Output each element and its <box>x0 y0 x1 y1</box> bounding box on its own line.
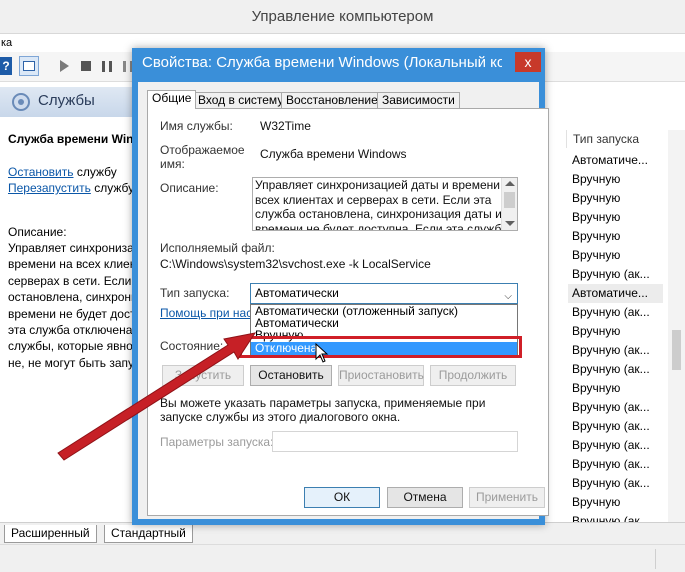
stop-service-action: Остановить службу <box>8 165 117 179</box>
status-bar <box>0 544 685 572</box>
cancel-button[interactable]: Отмена <box>387 487 463 508</box>
dialog-title: Свойства: Служба времени Windows (Локаль… <box>142 54 502 71</box>
startup-type-cell[interactable]: Вручную (ак... <box>568 474 663 493</box>
startup-type-value: Автоматически <box>255 286 339 300</box>
description-label: Описание: <box>160 181 219 195</box>
left-description-label: Описание: <box>8 225 67 239</box>
resume-button[interactable]: Продолжить <box>430 365 516 386</box>
service-name-value: W32Time <box>260 119 311 133</box>
red-highlight-box <box>239 336 522 358</box>
desc-line: службы, которые явно <box>8 339 133 354</box>
services-list-scrollbar[interactable] <box>668 130 685 522</box>
tab-general[interactable]: Общие <box>147 90 197 109</box>
left-description-text: Управляет синхронизаци времени на всех к… <box>8 240 136 371</box>
mouse-cursor-icon <box>315 343 329 363</box>
startup-type-cell[interactable]: Вручную <box>568 246 663 265</box>
executable-path: C:\Windows\system32\svchost.exe -k Local… <box>160 257 431 271</box>
startup-type-cell[interactable]: Вручную <box>568 379 663 398</box>
desc-line: времени на всех клиент <box>8 257 136 272</box>
general-tab-panel: Имя службы: W32Time Отображаемое имя: Сл… <box>147 108 549 516</box>
desc-line: Управляет синхронизаци <box>8 241 136 255</box>
scroll-up-icon[interactable] <box>505 181 515 186</box>
description-scrollbar[interactable] <box>501 178 517 230</box>
description-text: Управляет синхронизацией даты и времени … <box>255 178 501 231</box>
startup-type-cell[interactable]: Автоматиче... <box>568 151 663 170</box>
stop-service-icon[interactable] <box>77 57 95 75</box>
service-name-label: Имя службы: <box>160 119 233 133</box>
menu-item-fragment[interactable]: ка <box>1 37 12 49</box>
startup-type-cell[interactable]: Вручную (ак... <box>568 265 663 284</box>
stop-service-suffix: службу <box>73 165 117 179</box>
startup-type-cell[interactable]: Вручную <box>568 322 663 341</box>
description-line: служба остановлена, синхронизация даты и <box>255 207 501 221</box>
startup-type-select[interactable]: Автоматически ⌵ <box>250 283 518 304</box>
scrollbar-thumb[interactable] <box>672 330 681 370</box>
view-tabs: Расширенный Стандартный <box>0 522 685 544</box>
startup-type-cell[interactable]: Вручную <box>568 170 663 189</box>
services-gear-icon <box>12 93 30 111</box>
startup-type-cell[interactable]: Вручную <box>568 208 663 227</box>
tab-recovery[interactable]: Восстановление <box>281 92 383 109</box>
apply-button[interactable]: Применить <box>469 487 545 508</box>
startup-params-info: Вы можете указать параметры запуска, при… <box>160 396 486 424</box>
desc-line: не, не могут быть запус <box>8 355 136 370</box>
display-name-label-1: Отображаемое <box>160 143 245 157</box>
service-properties-dialog: Свойства: Служба времени Windows (Локаль… <box>132 48 549 525</box>
executable-label: Исполняемый файл: <box>160 241 275 255</box>
restart-service-link[interactable]: Перезапустить <box>8 181 91 195</box>
selected-service-name: Служба времени Win <box>8 132 134 146</box>
description-line: Управляет синхронизацией даты и времени … <box>255 178 501 192</box>
display-name-value: Служба времени Windows <box>260 147 407 161</box>
desc-line: серверах в сети. Если э <box>8 273 136 288</box>
restart-service-action: Перезапустить службу <box>8 181 134 195</box>
start-button[interactable]: Запустить <box>162 365 244 386</box>
startup-params-input[interactable] <box>272 431 518 452</box>
mmc-titlebar: Управление компьютером <box>0 0 685 34</box>
desc-line: эта служба отключена, <box>8 323 136 338</box>
start-service-icon[interactable] <box>55 57 73 75</box>
services-header: Службы <box>0 87 134 117</box>
scroll-thumb[interactable] <box>504 192 515 208</box>
scroll-down-icon[interactable] <box>505 221 515 226</box>
stop-service-link[interactable]: Остановить <box>8 165 74 179</box>
description-line: всех клиентах и серверах в сети. Если эт… <box>255 192 492 207</box>
tab-extended[interactable]: Расширенный <box>4 525 97 543</box>
help-icon[interactable]: ? <box>0 57 12 75</box>
startup-type-cell[interactable]: Вручную <box>568 493 663 512</box>
close-icon[interactable]: x <box>515 52 541 72</box>
startup-type-cell[interactable]: Вручную (ак... <box>568 417 663 436</box>
startup-params-label: Параметры запуска: <box>160 435 274 449</box>
dialog-body: Общие Вход в систему Восстановление Зави… <box>138 82 549 519</box>
services-title: Службы <box>38 92 95 109</box>
pause-button[interactable]: Приостановить <box>338 365 424 386</box>
desc-line: времени не будет досту <box>8 306 136 321</box>
startup-type-cell[interactable]: Автоматиче... <box>568 284 663 303</box>
display-name-label-2: имя: <box>160 157 185 171</box>
help-configure-link[interactable]: Помощь при настройке <box>160 306 250 320</box>
startup-type-cell[interactable]: Вручную <box>568 227 663 246</box>
description-box[interactable]: Управляет синхронизацией даты и времени … <box>252 177 518 231</box>
state-label: Состояние: <box>160 339 224 353</box>
startup-type-cell[interactable]: Вручную (ак... <box>568 360 663 379</box>
tab-standard[interactable]: Стандартный <box>104 525 193 543</box>
description-line: времени не будет доступна. Если эта служ… <box>255 221 501 231</box>
startup-type-cell[interactable]: Вручную (ак... <box>568 341 663 360</box>
tab-logon[interactable]: Вход в систему <box>193 92 289 109</box>
pause-service-icon[interactable] <box>98 57 116 75</box>
startup-type-cell[interactable]: Вручную (ак... <box>568 455 663 474</box>
startup-type-label: Тип запуска: <box>160 286 230 300</box>
startup-type-cell[interactable]: Вручную (ак... <box>568 436 663 455</box>
startup-type-cell[interactable]: Вручную (ак... <box>568 303 663 322</box>
startup-type-cell[interactable]: Вручную <box>568 189 663 208</box>
show-hide-console-tree-icon[interactable] <box>19 56 39 76</box>
restart-service-suffix: службу <box>90 181 135 195</box>
stop-button[interactable]: Остановить <box>250 365 332 386</box>
desc-line: остановлена, синхрони <box>8 290 136 305</box>
startup-type-cell[interactable]: Вручную (ак... <box>568 398 663 417</box>
tab-dependencies[interactable]: Зависимости <box>377 92 460 109</box>
mmc-window-title: Управление компьютером <box>251 8 434 25</box>
ok-button[interactable]: ОК <box>304 487 380 508</box>
